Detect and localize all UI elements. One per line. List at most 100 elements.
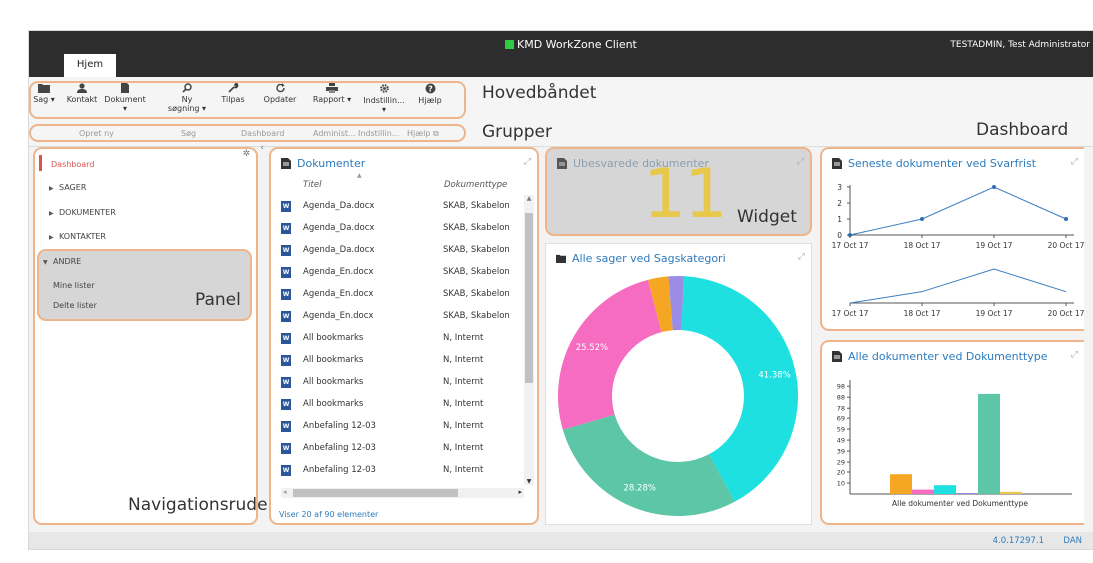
table-row[interactable]: W Agenda_Da.docx SKAB, Skabelon <box>281 195 526 217</box>
indstillinger-label: Indstillin... <box>363 96 405 105</box>
svarfrist-title: Seneste dokumenter ved Svarfrist <box>848 157 1037 170</box>
group-indstillinger: Indstillin... <box>358 129 400 138</box>
scroll-up-icon[interactable]: ▲ <box>524 195 534 202</box>
table-row[interactable]: W Agenda_En.docx SKAB, Skabelon <box>281 283 526 305</box>
widget-sager[interactable]: Alle sager ved Sagskategori ⤢ 41.38% 28.2… <box>545 243 812 525</box>
data-point[interactable] <box>1064 217 1068 221</box>
h-scroll-thumb[interactable] <box>293 489 458 497</box>
nav-kontakter[interactable]: ▶ KONTAKTER <box>49 232 106 241</box>
ny-soegning-button[interactable]: Ny søgning ▾ <box>167 83 207 113</box>
expand-icon[interactable]: ⤢ <box>524 157 531 167</box>
widget-dokumenttype[interactable]: Alle dokumenter ved Dokumenttype ⤢ 98 88 7… <box>820 340 1084 525</box>
word-icon: W <box>281 332 291 344</box>
line-chart-overview: 17 Oct 17 18 Oct 17 19 Oct 17 20 Oct 17 <box>832 268 1084 318</box>
widget-ubesvarede[interactable]: Ubesvarede dokumenter ⤢ 11 Widget <box>545 147 812 236</box>
bar[interactable] <box>912 489 934 494</box>
y-tick-label: 10 <box>837 480 845 488</box>
widget-svarfrist[interactable]: Seneste dokumenter ved Svarfrist ⤢ 32101… <box>820 147 1084 331</box>
table-row[interactable]: W Anbefaling 12-03 N, Internt <box>281 437 526 459</box>
table-row[interactable]: W All bookmarks N, Internt <box>281 393 526 415</box>
sag-button[interactable]: Sag ▾ <box>31 83 57 104</box>
x-tick-label: 19 Oct 17 <box>976 309 1013 318</box>
table-row[interactable]: W Agenda_Da.docx SKAB, Skabelon <box>281 239 526 261</box>
donut-slice[interactable] <box>562 414 735 516</box>
table-row[interactable]: W Anbefaling 12-03 N, Internt <box>281 415 526 437</box>
kontakt-button[interactable]: Kontakt <box>65 83 99 104</box>
vertical-scrollbar[interactable]: ▲ ▼ <box>524 195 534 485</box>
document-icon <box>121 83 129 93</box>
bar[interactable] <box>978 393 1000 494</box>
nav-mine-lister[interactable]: Mine lister <box>53 281 95 290</box>
wrench-icon <box>227 83 238 93</box>
document-icon <box>832 351 842 362</box>
kontakt-label: Kontakt <box>66 95 98 104</box>
doc-title: Agenda_Da.docx <box>303 201 375 211</box>
bar[interactable] <box>934 485 956 494</box>
y-tick-label: 20 <box>837 469 845 477</box>
data-point[interactable] <box>920 217 924 221</box>
slice-label: 41.38% <box>758 370 790 380</box>
doc-title: Agenda_En.docx <box>303 289 374 299</box>
scroll-thumb[interactable] <box>525 213 533 383</box>
column-dokumenttype[interactable]: Dokumenttype <box>444 180 507 190</box>
word-icon: W <box>281 464 291 476</box>
indstillinger-button[interactable]: Indstillin... ▾ <box>359 83 409 114</box>
bar[interactable] <box>1000 491 1022 494</box>
user-name[interactable]: TESTADMIN, Test Administrator <box>950 40 1090 50</box>
y-tick-label: 0 <box>837 231 842 240</box>
nav-sager[interactable]: ▶ SAGER <box>49 183 86 192</box>
scroll-down-icon[interactable]: ▼ <box>524 478 534 485</box>
group-dashboard: Dashboard <box>241 129 285 138</box>
nav-andre[interactable]: ▼ ANDRE <box>43 257 81 266</box>
sager-title: Alle sager ved Sagskategori <box>572 252 726 265</box>
column-titel[interactable]: Titel <box>303 180 321 190</box>
dokument-button[interactable]: Dokument ▾ <box>103 83 147 113</box>
hjaelp-button[interactable]: ? Hjælp <box>416 83 444 105</box>
x-tick-label: 17 Oct 17 <box>832 241 869 250</box>
nav-delte-lister[interactable]: Delte lister <box>53 301 97 310</box>
doc-type: N, Internt <box>443 355 484 365</box>
scroll-left-icon[interactable]: ◂ <box>283 488 287 496</box>
sort-icon[interactable]: ▲ <box>357 172 362 179</box>
workzone-client: KMD WorkZone Client TESTADMIN, Test Admi… <box>28 30 1093 550</box>
opdater-button[interactable]: Opdater <box>260 83 300 104</box>
table-row[interactable]: W Agenda_En.docx SKAB, Skabelon <box>281 261 526 283</box>
expand-icon[interactable]: ⤢ <box>797 157 804 167</box>
pin-icon[interactable]: ✲ <box>242 149 250 159</box>
table-row[interactable]: W Anbefaling 12-03 N, Internt <box>281 459 526 481</box>
slice-label: 28.28% <box>624 483 656 493</box>
table-row[interactable]: W All bookmarks N, Internt <box>281 371 526 393</box>
doc-title: Anbefaling 12-03 <box>303 465 376 475</box>
tilpas-button[interactable]: Tilpas <box>218 83 248 104</box>
horizontal-scrollbar[interactable]: ◂ ▸ <box>281 488 524 498</box>
printer-icon <box>326 83 338 93</box>
ny-soegning-label: Ny søgning <box>167 95 200 113</box>
expand-icon[interactable]: ⤢ <box>798 252 805 262</box>
table-row[interactable]: W All bookmarks N, Internt <box>281 327 526 349</box>
callout-widget: Widget <box>737 207 797 227</box>
data-point[interactable] <box>992 185 996 189</box>
y-tick-label: 88 <box>837 394 845 402</box>
tab-hjem[interactable]: Hjem <box>64 54 116 77</box>
nav-dashboard[interactable]: Dashboard <box>51 160 94 169</box>
collapse-icon[interactable]: ‹ <box>260 143 264 153</box>
hjaelp-label: Hjælp <box>418 96 442 105</box>
nav-dokumenter[interactable]: ▶ DOKUMENTER <box>49 208 116 217</box>
bar[interactable] <box>890 474 912 494</box>
bar[interactable] <box>956 493 978 494</box>
expand-icon[interactable]: ⤢ <box>1071 350 1078 360</box>
donut-slice[interactable] <box>558 279 662 430</box>
opdater-label: Opdater <box>263 95 297 104</box>
table-row[interactable]: W Agenda_En.docx SKAB, Skabelon <box>281 305 526 327</box>
x-tick-label: 18 Oct 17 <box>904 241 941 250</box>
document-icon <box>557 158 567 169</box>
language-text[interactable]: DAN <box>1063 536 1082 546</box>
doc-title: All bookmarks <box>303 355 364 365</box>
rapport-button[interactable]: Rapport ▾ <box>307 83 357 104</box>
expand-icon[interactable]: ⤢ <box>1071 157 1078 167</box>
scroll-right-icon[interactable]: ▸ <box>518 488 522 496</box>
dokument-label: Dokument <box>104 95 146 104</box>
table-row[interactable]: W All bookmarks N, Internt <box>281 349 526 371</box>
callout-navigationsrude: Navigationsrude <box>128 495 268 515</box>
table-row[interactable]: W Agenda_Da.docx SKAB, Skabelon <box>281 217 526 239</box>
